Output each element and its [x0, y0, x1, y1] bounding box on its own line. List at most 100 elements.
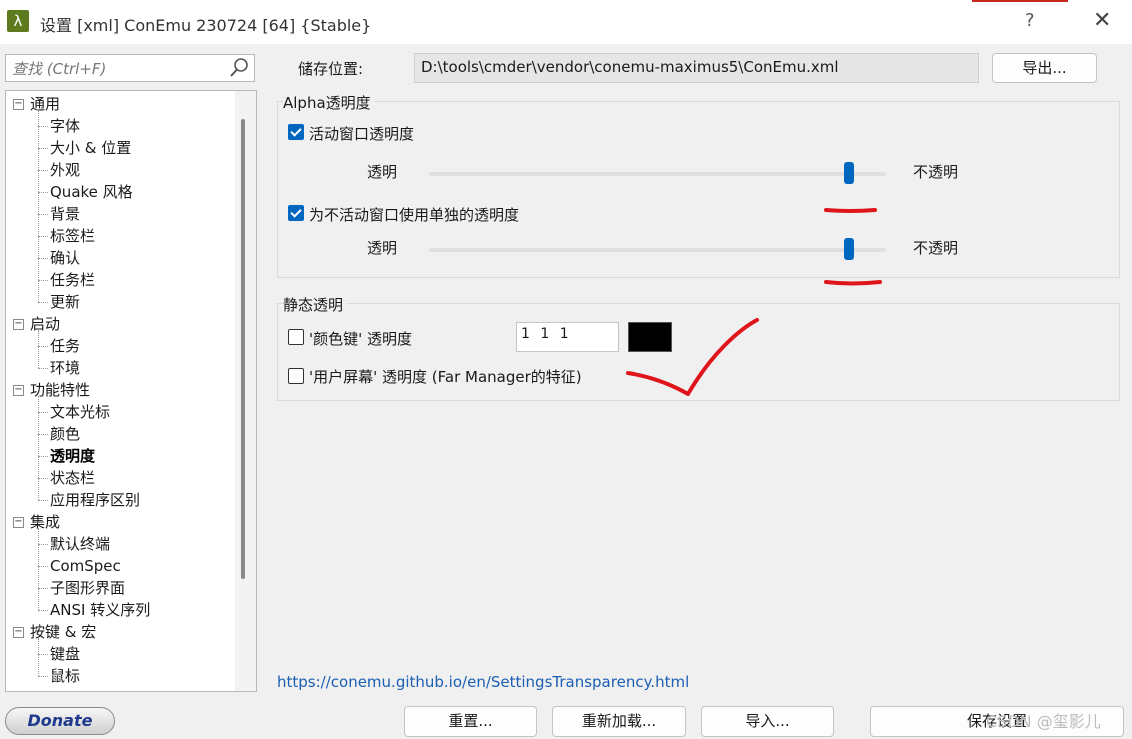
tree-connector-line: [38, 258, 48, 259]
tree-leaf-item[interactable]: 任务栏: [38, 269, 96, 291]
tree-connector-line: [38, 500, 48, 501]
inactive-window-transparency-checkbox[interactable]: [288, 205, 304, 221]
tree-category-item[interactable]: − 通用: [13, 93, 61, 115]
tree-category-item[interactable]: − 启动: [13, 313, 61, 335]
tree-leaf-item[interactable]: ComSpec: [38, 555, 121, 577]
inactive-transparency-slider-thumb[interactable]: [844, 238, 855, 260]
colorkey-color-swatch[interactable]: [628, 322, 672, 352]
tree-item-label: 确认: [50, 249, 81, 267]
tree-item-label: Quake 风格: [50, 183, 133, 201]
tree-vertical-connector: [38, 110, 39, 302]
help-link[interactable]: https://conemu.github.io/en/SettingsTran…: [277, 673, 689, 691]
conemu-app-icon: λ: [7, 10, 29, 32]
tree-leaf-item[interactable]: 键盘: [38, 643, 80, 665]
settings-tree: − 通用 字体 大小 & 位置 外观 Quake 风格 背景 标签栏 确认 任务栏 更新 − 启动 任务环…: [5, 90, 257, 692]
tree-collapse-icon[interactable]: −: [13, 627, 24, 638]
tree-leaf-item[interactable]: Quake 风格: [38, 181, 133, 203]
tree-connector-line: [38, 126, 48, 127]
tree-item-label: 任务栏: [50, 271, 96, 289]
tree-vertical-connector: [38, 396, 39, 500]
tree-leaf-item[interactable]: 状态栏: [38, 467, 95, 489]
tree-item-label: 环境: [50, 359, 81, 377]
watermark-text: CSDN @玺影儿: [986, 712, 1101, 731]
inactive-window-transparency-label: 为不活动窗口使用单独的透明度: [309, 206, 520, 224]
tree-leaf-item[interactable]: 应用程序区别: [38, 489, 141, 511]
close-icon[interactable]: ✕: [1093, 8, 1111, 33]
tree-leaf-item[interactable]: ANSI 转义序列: [38, 599, 151, 621]
tree-category-item[interactable]: − 功能特性: [13, 379, 91, 401]
tree-collapse-icon[interactable]: −: [13, 319, 24, 330]
tree-scrollbar-track[interactable]: [235, 91, 256, 691]
active-window-transparency-label: 活动窗口透明度: [309, 125, 415, 143]
storage-path-field: D:\tools\cmder\vendor\conemu-maximus5\Co…: [414, 53, 979, 83]
alpha-group-title: Alpha透明度: [283, 92, 375, 113]
tree-scrollbar-thumb[interactable]: [241, 119, 245, 579]
inactive-slider-left-label: 透明: [367, 239, 398, 257]
tree-collapse-icon[interactable]: −: [13, 99, 24, 110]
tree-item-label: 默认终端: [50, 535, 111, 553]
tree-item-label: 按键 & 宏: [30, 623, 97, 641]
inactive-transparency-slider-track[interactable]: [429, 248, 886, 252]
tree-connector-line: [38, 566, 48, 567]
active-transparency-slider-track[interactable]: [429, 172, 886, 176]
tree-collapse-icon[interactable]: −: [13, 385, 24, 396]
active-slider-right-label: 不透明: [913, 163, 959, 181]
userscreen-transparency-checkbox[interactable]: [288, 368, 304, 384]
tree-collapse-icon[interactable]: −: [13, 517, 24, 528]
reset-button[interactable]: 重置...: [404, 706, 537, 737]
tree-leaf-item[interactable]: 背景: [38, 203, 80, 225]
search-box: [5, 54, 255, 82]
tree-category-item[interactable]: − 按键 & 宏: [13, 621, 97, 643]
tree-leaf-item[interactable]: 外观: [38, 159, 80, 181]
tree-item-label: ANSI 转义序列: [50, 601, 151, 619]
title-bar: λ 设置 [xml] ConEmu 230724 [64] {Stable} ?…: [0, 0, 1132, 44]
tree-connector-line: [38, 654, 48, 655]
tree-leaf-item[interactable]: 文本光标: [38, 401, 110, 423]
tree-leaf-item[interactable]: 默认终端: [38, 533, 111, 555]
tree-leaf-item[interactable]: 任务: [38, 335, 81, 357]
export-button[interactable]: 导出...: [992, 53, 1097, 83]
tree-vertical-connector: [38, 528, 39, 610]
search-icon[interactable]: [228, 57, 250, 79]
tree-connector-line: [38, 610, 48, 611]
storage-label: 储存位置:: [298, 60, 364, 78]
tree-connector-line: [38, 434, 48, 435]
tree-item-label: 字体: [50, 117, 81, 135]
donate-button[interactable]: Donate: [5, 707, 115, 735]
tree-item-label: 通用: [30, 95, 61, 113]
tree-item-label: 应用程序区别: [50, 491, 141, 509]
tree-connector-line: [38, 148, 48, 149]
tree-connector-line: [38, 478, 48, 479]
tree-leaf-item[interactable]: 更新: [38, 291, 81, 313]
tree-leaf-item[interactable]: 透明度: [38, 445, 95, 467]
tree-leaf-item[interactable]: 鼠标: [38, 665, 80, 687]
tree-leaf-item[interactable]: 子图形界面: [38, 577, 125, 599]
tree-leaf-item[interactable]: 字体: [38, 115, 81, 137]
search-input[interactable]: [10, 56, 224, 82]
active-window-transparency-checkbox[interactable]: [288, 124, 304, 140]
tree-connector-line: [38, 346, 48, 347]
help-icon[interactable]: ?: [1025, 10, 1035, 31]
tree-leaf-item[interactable]: 大小 & 位置: [38, 137, 131, 159]
reload-button[interactable]: 重新加载...: [552, 706, 686, 737]
colorkey-value-input[interactable]: 1 1 1: [516, 322, 619, 352]
static-group-title: 静态透明: [283, 294, 348, 315]
tree-connector-line: [38, 456, 48, 457]
colorkey-transparency-checkbox[interactable]: [288, 329, 304, 345]
tree-leaf-item[interactable]: 确认: [38, 247, 81, 269]
import-button[interactable]: 导入...: [701, 706, 834, 737]
tree-leaf-item[interactable]: 颜色: [38, 423, 81, 445]
tree-connector-line: [38, 676, 48, 677]
tree-item-label: 启动: [30, 315, 61, 333]
tree-item-label: 功能特性: [30, 381, 91, 399]
tree-leaf-item[interactable]: 标签栏: [38, 225, 95, 247]
tree-connector-line: [38, 588, 48, 589]
tree-item-label: 颜色: [50, 425, 81, 443]
tree-connector-line: [38, 236, 48, 237]
active-transparency-slider-thumb[interactable]: [844, 162, 855, 184]
tree-category-item[interactable]: − 集成: [13, 511, 60, 533]
tree-item-label: 任务: [50, 337, 81, 355]
tree-leaf-item[interactable]: 环境: [38, 357, 81, 379]
tree-item-label: 更新: [50, 293, 81, 311]
tree-connector-line: [38, 214, 48, 215]
